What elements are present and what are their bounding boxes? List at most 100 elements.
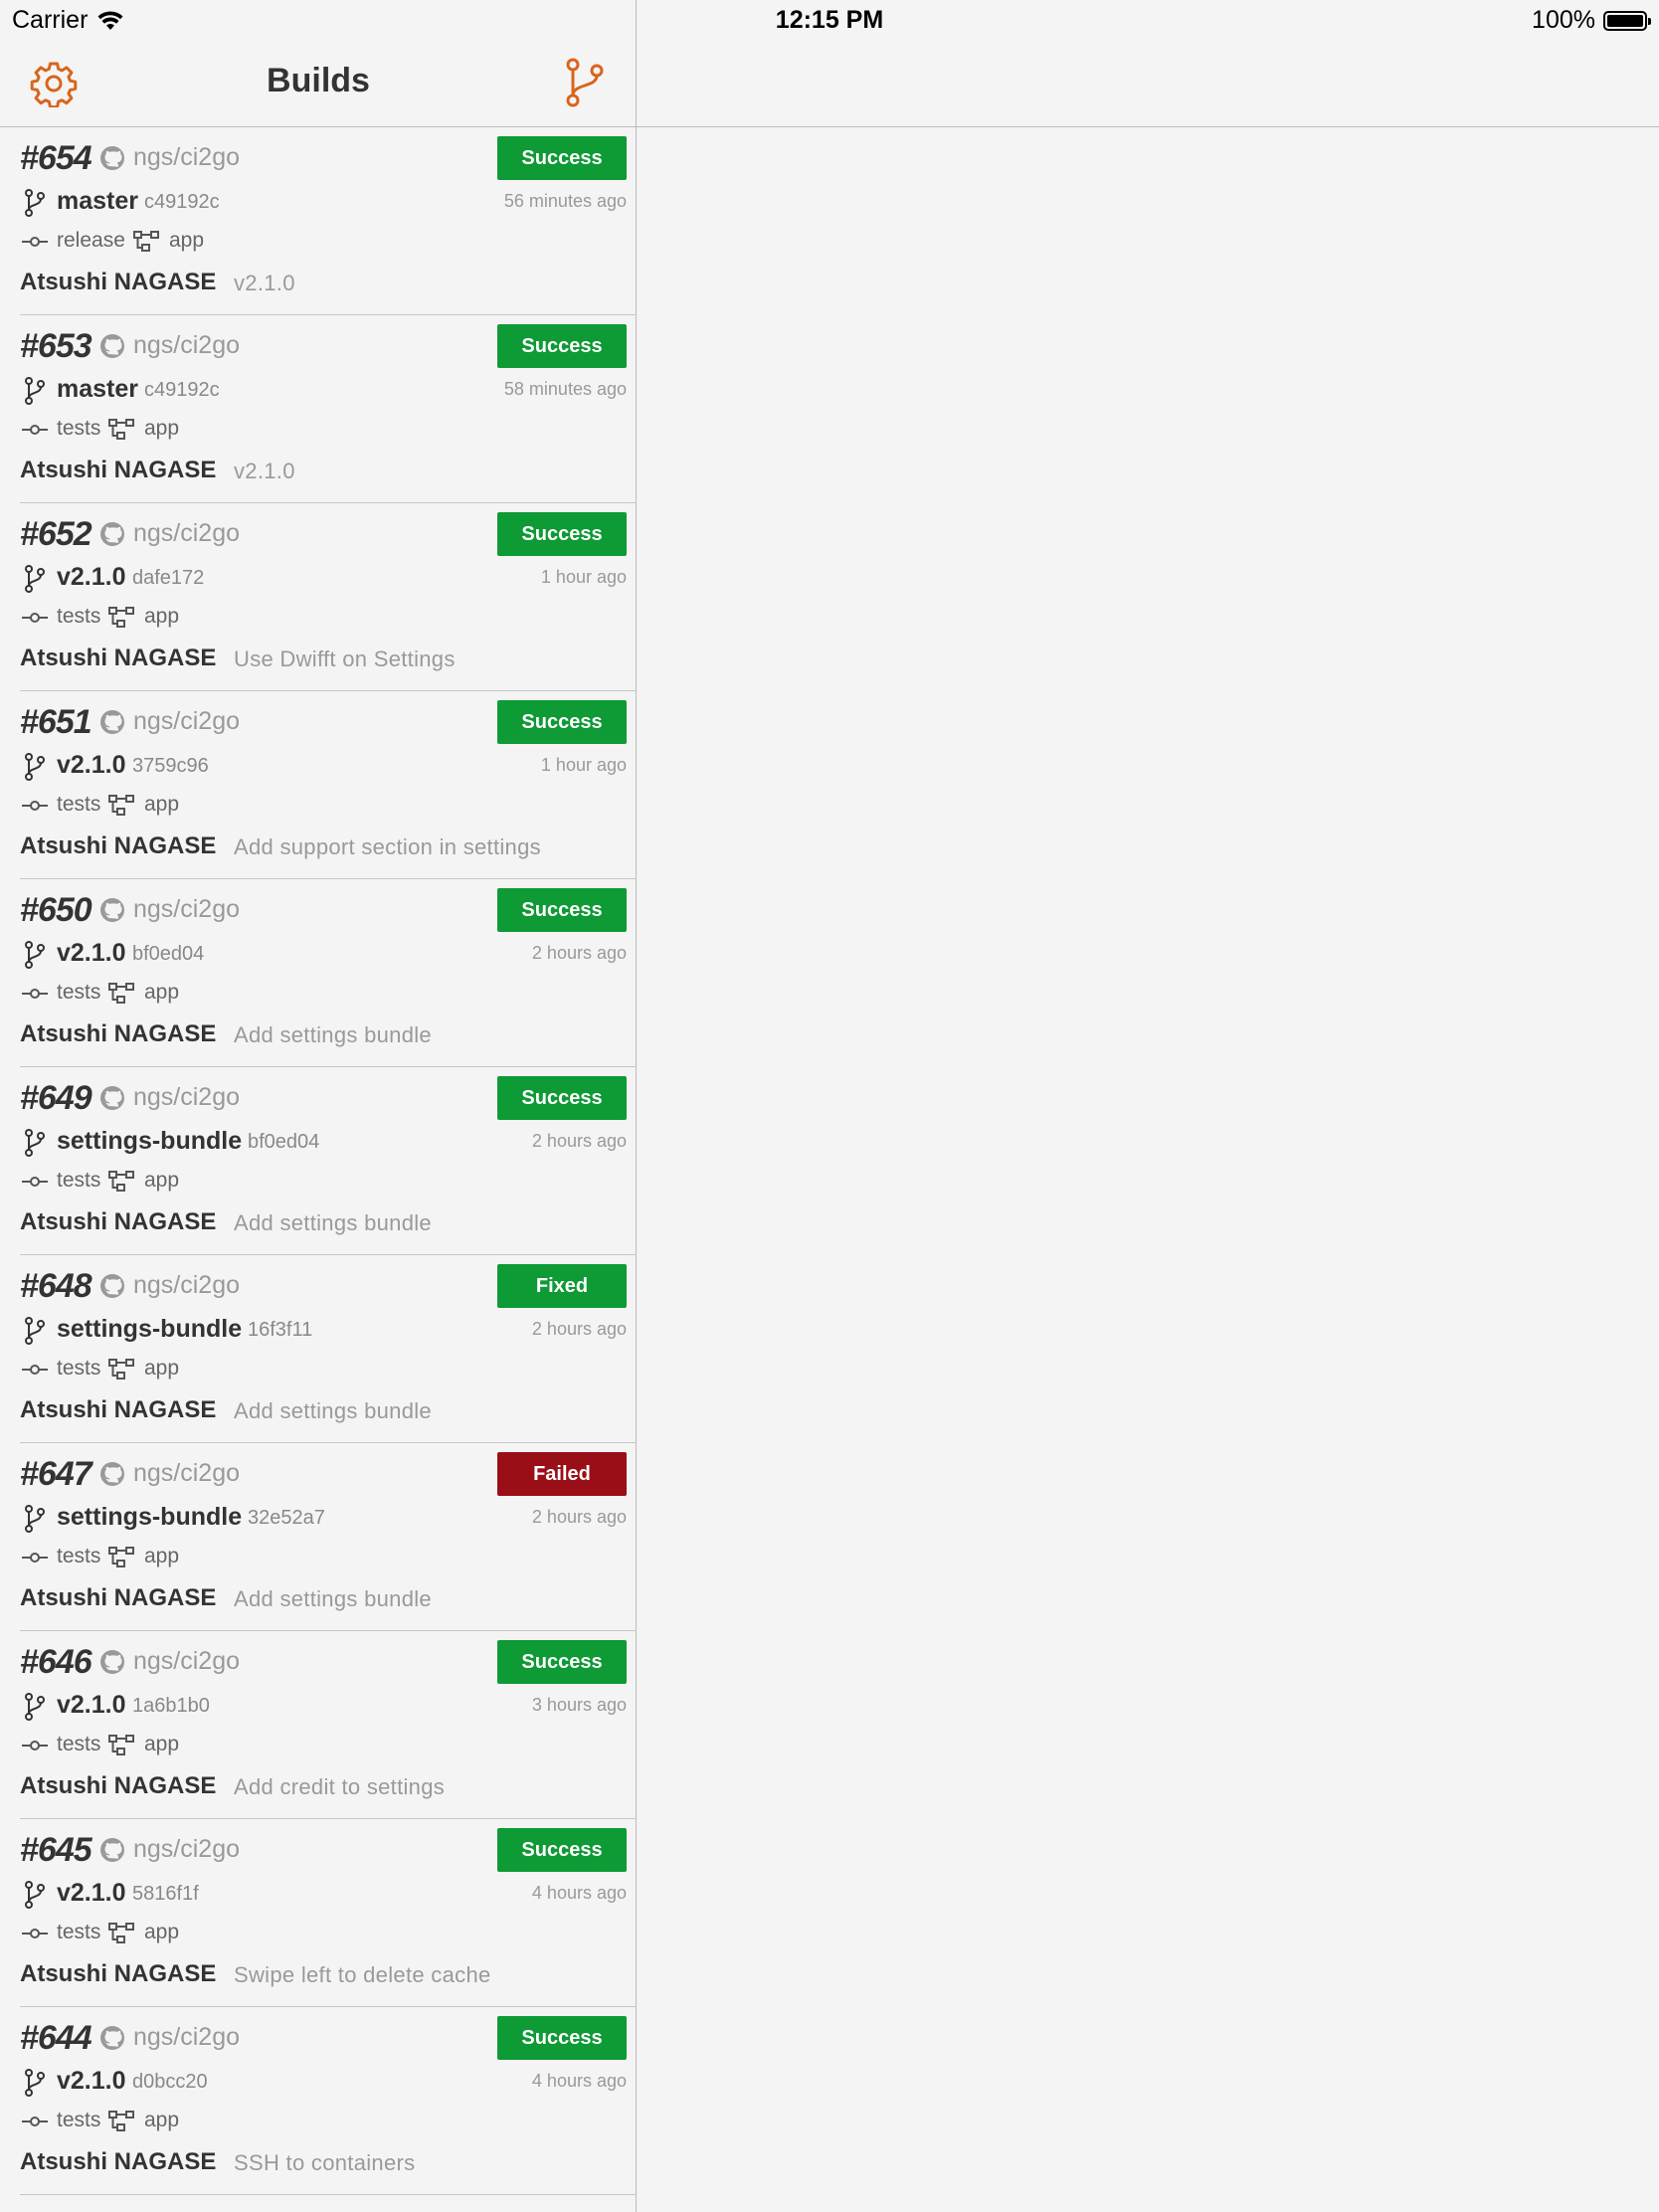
build-time: 3 hours ago (531, 1695, 627, 1715)
commit-sha: bf0ed04 (248, 1131, 320, 1153)
commit-message: Add settings bundle (234, 1210, 432, 1235)
github-icon (99, 1649, 125, 1675)
build-time: 2 hours ago (531, 1319, 627, 1339)
workflow-name: app (144, 1545, 180, 1567)
branch-icon (24, 1693, 46, 1721)
commit-icon (22, 1927, 48, 1938)
github-icon (99, 145, 125, 171)
workflow-icon (108, 607, 134, 629)
commit-icon (22, 235, 48, 247)
repo-name: ngs/ci2go (133, 331, 241, 359)
build-row[interactable]: #647 ngs/ci2go Failed settings-bundle 32e52a… (0, 1443, 637, 1631)
author-name: Atsushi NAGASE (20, 1960, 217, 1987)
author-name: Atsushi NAGASE (20, 1020, 217, 1047)
repo-name: ngs/ci2go (133, 1647, 241, 1675)
workflow-name: app (144, 2109, 180, 2131)
branch-icon (24, 1881, 46, 1909)
author-name: Atsushi NAGASE (20, 457, 217, 483)
workflow-name: app (144, 1921, 180, 1943)
build-row[interactable]: #644 ngs/ci2go Success v2.1.0 d0bcc20 4 hours… (0, 2007, 637, 2195)
workflow-icon (108, 1735, 134, 1756)
repo-name: ngs/ci2go (133, 1459, 241, 1487)
status-badge: Success (497, 1076, 627, 1120)
branch-icon (24, 189, 46, 217)
job-name: tests (57, 793, 101, 816)
status-badge: Success (497, 324, 627, 368)
author-name: Atsushi NAGASE (20, 1396, 217, 1423)
commit-message: SSH to containers (234, 2150, 416, 2175)
commit-icon (22, 1175, 48, 1187)
build-row[interactable]: #652 ngs/ci2go Success v2.1.0 dafe172 1 hour … (0, 503, 637, 691)
branch-icon[interactable] (563, 58, 607, 107)
commit-icon (22, 611, 48, 623)
branch-name: master (57, 187, 138, 215)
status-badge: Failed (497, 1452, 627, 1496)
github-icon (99, 1837, 125, 1863)
github-icon (99, 521, 125, 547)
commit-sha: 5816f1f (132, 1883, 199, 1905)
build-row[interactable]: #653 ngs/ci2go Success master c49192c 58 minu… (0, 315, 637, 503)
build-row[interactable]: #648 ngs/ci2go Fixed settings-bundle 16f3f11… (0, 1255, 637, 1443)
github-icon (99, 1273, 125, 1299)
build-number: #647 (20, 1455, 92, 1493)
status-badge: Success (497, 1640, 627, 1684)
repo-name: ngs/ci2go (133, 143, 241, 171)
build-time: 1 hour ago (540, 755, 627, 775)
branch-icon (24, 1505, 46, 1533)
job-name: tests (57, 1169, 101, 1192)
branch-icon (24, 2069, 46, 2097)
battery-percent: 100% (1532, 6, 1595, 34)
detail-navigation-bar (637, 42, 1659, 127)
build-time: 4 hours ago (531, 2071, 627, 2091)
job-name: tests (57, 2109, 101, 2131)
build-time: 2 hours ago (531, 1507, 627, 1527)
build-row[interactable]: #649 ngs/ci2go Success settings-bundle bf0ed… (0, 1067, 637, 1255)
commit-sha: dafe172 (132, 567, 205, 589)
repo-name: ngs/ci2go (133, 1835, 241, 1863)
branch-name: v2.1.0 (57, 751, 126, 779)
github-icon (99, 333, 125, 359)
build-time: 4 hours ago (531, 1883, 627, 1903)
build-row[interactable]: #650 ngs/ci2go Success v2.1.0 bf0ed04 2 hours… (0, 879, 637, 1067)
job-name: tests (57, 981, 101, 1004)
commit-message: Add credit to settings (234, 1774, 446, 1799)
build-time: 1 hour ago (540, 567, 627, 587)
github-icon (99, 2025, 125, 2051)
battery-indicator: 100% (1532, 6, 1651, 35)
branch-name: settings-bundle (57, 1503, 243, 1531)
commit-sha: 32e52a7 (248, 1507, 325, 1529)
workflow-name: app (144, 793, 180, 816)
build-number: #654 (20, 139, 92, 177)
branch-icon (24, 753, 46, 781)
build-number: #644 (20, 2019, 92, 2057)
repo-name: ngs/ci2go (133, 2023, 241, 2051)
job-name: tests (57, 1545, 101, 1567)
commit-icon (22, 1551, 48, 1563)
commit-sha: c49192c (144, 379, 220, 401)
github-icon (99, 1085, 125, 1111)
status-badge: Success (497, 888, 627, 932)
branch-icon (24, 941, 46, 969)
row-divider (20, 2194, 637, 2195)
job-name: tests (57, 605, 101, 628)
build-list: #654 ngs/ci2go Success master c49192c 56 minu… (0, 127, 637, 2195)
page-title: Builds (267, 62, 370, 99)
build-row[interactable]: #646 ngs/ci2go Success v2.1.0 1a6b1b0 3 hours… (0, 1631, 637, 1819)
build-time: 2 hours ago (531, 943, 627, 963)
commit-icon (22, 2115, 48, 2126)
commit-message: v2.1.0 (234, 271, 295, 295)
workflow-name: app (144, 1169, 180, 1192)
build-number: #650 (20, 891, 92, 929)
build-row[interactable]: #654 ngs/ci2go Success master c49192c 56 minu… (0, 127, 637, 315)
commit-message: Add settings bundle (234, 1586, 432, 1611)
workflow-icon (108, 1359, 134, 1381)
builds-master-pane: Builds #654 ngs/ci2go Success master c49192c… (0, 0, 637, 2212)
build-row[interactable]: #645 ngs/ci2go Success v2.1.0 5816f1f 4 hours… (0, 1819, 637, 2007)
commit-sha: 16f3f11 (248, 1319, 313, 1341)
build-number: #648 (20, 1267, 92, 1305)
branch-name: v2.1.0 (57, 1691, 126, 1719)
commit-sha: d0bcc20 (132, 2071, 208, 2093)
build-time: 58 minutes ago (503, 379, 627, 399)
build-row[interactable]: #651 ngs/ci2go Success v2.1.0 3759c96 1 hour … (0, 691, 637, 879)
workflow-name: app (144, 417, 180, 440)
